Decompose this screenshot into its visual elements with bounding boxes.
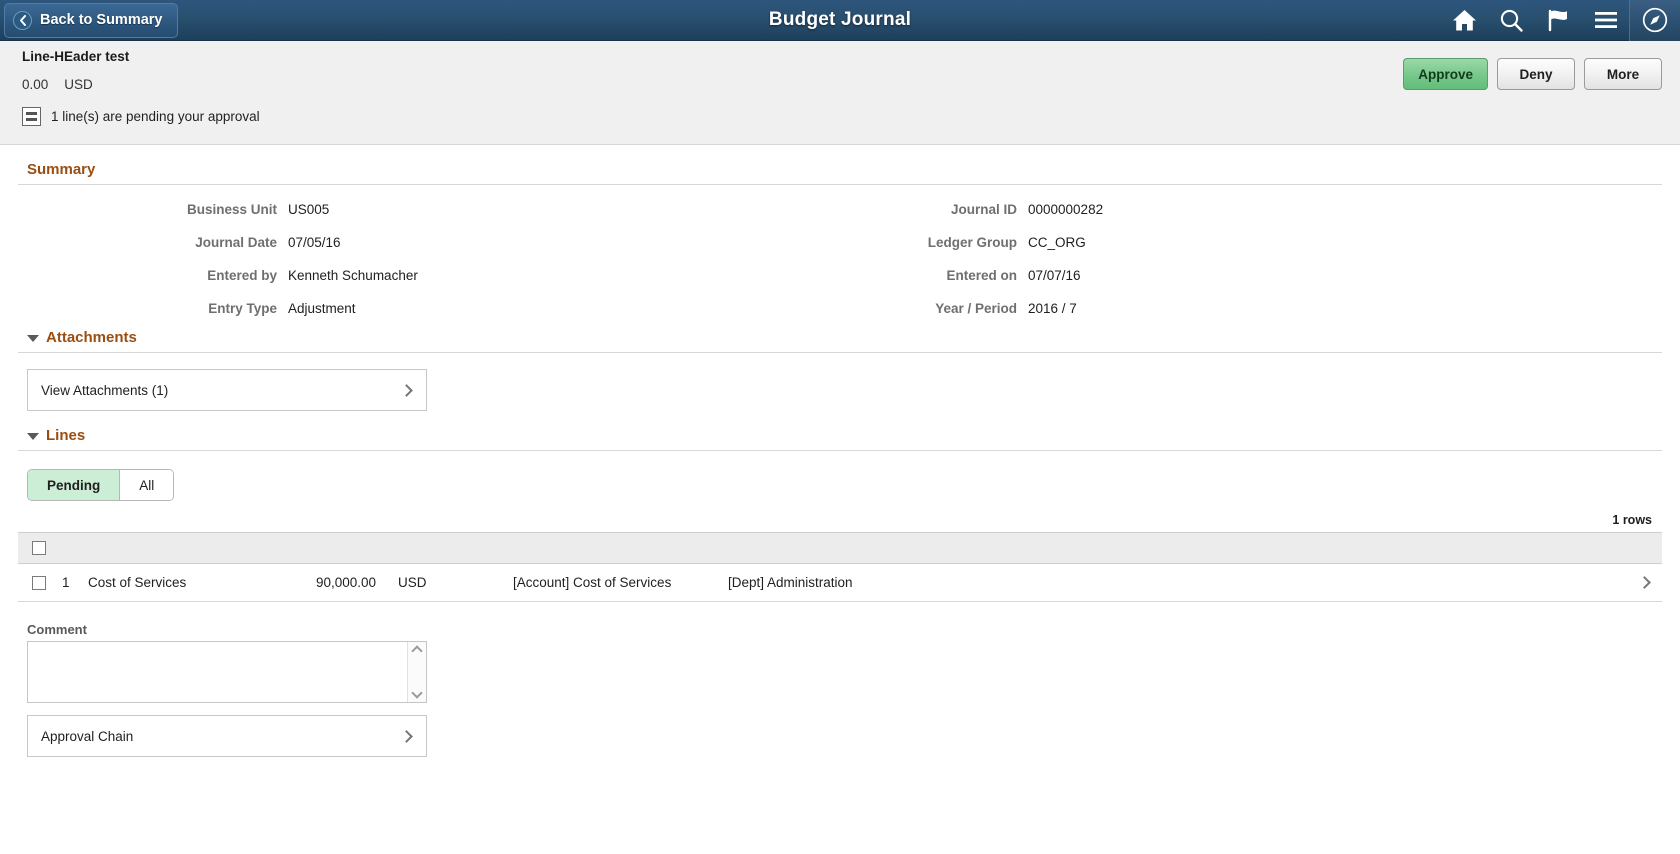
page-title: Budget Journal	[768, 9, 912, 30]
collapse-caret-icon[interactable]	[27, 433, 39, 440]
lines-table-head	[18, 532, 1662, 564]
field-label: Entry Type	[208, 301, 277, 316]
lines-table-body: 1 Cost of Services 90,000.00 USD [Accoun…	[18, 563, 1662, 602]
header-icon-group	[1441, 0, 1680, 41]
chevron-right-icon	[1638, 576, 1651, 589]
view-attachments-link[interactable]: View Attachments (1)	[27, 369, 427, 411]
app-header: Back to Summary Budget Journal	[0, 0, 1680, 41]
row-checkbox[interactable]	[32, 576, 46, 591]
lines-pending-icon	[22, 107, 41, 126]
comment-label: Comment	[27, 622, 87, 637]
pending-approval-text: 1 line(s) are pending your approval	[51, 109, 260, 124]
navbar-compass-icon[interactable]	[1629, 0, 1680, 41]
document-amount: 0.00	[22, 77, 49, 92]
row-description: Cost of Services	[88, 563, 283, 602]
tab-all[interactable]: All	[120, 470, 174, 500]
summary-section-header: Summary	[18, 145, 1662, 185]
row-select-cell	[18, 563, 62, 602]
summary-left-column: Business Unit US005 Journal Date 07/05/1…	[18, 202, 418, 334]
field-value: Kenneth Schumacher	[288, 268, 418, 283]
home-icon[interactable]	[1441, 0, 1488, 41]
row-dept: [Dept] Administration	[728, 563, 1622, 602]
approve-button[interactable]: Approve	[1403, 58, 1488, 90]
lines-table: 1 Cost of Services 90,000.00 USD [Accoun…	[18, 532, 1662, 602]
pending-approval-notice: 1 line(s) are pending your approval	[0, 107, 1680, 126]
scroll-down-icon[interactable]	[411, 687, 423, 699]
rows-count-label: 1 rows	[1612, 513, 1652, 527]
select-all-header	[18, 532, 62, 564]
line-number-header	[62, 532, 88, 564]
row-amount: 90,000.00	[283, 563, 388, 602]
lines-heading-label: Lines	[46, 427, 86, 444]
field-label: Journal Date	[195, 235, 277, 250]
row-account: [Account] Cost of Services	[513, 563, 728, 602]
row-line-number: 1	[62, 563, 88, 602]
currency-header	[388, 532, 513, 564]
more-button[interactable]: More	[1584, 58, 1662, 90]
hamburger-menu-icon[interactable]	[1582, 0, 1629, 41]
view-attachments-label: View Attachments (1)	[41, 382, 169, 398]
table-row[interactable]: 1 Cost of Services 90,000.00 USD [Accoun…	[18, 563, 1662, 602]
approval-chain-label: Approval Chain	[41, 728, 134, 744]
tab-pending[interactable]: Pending	[28, 470, 121, 500]
field-label: Ledger Group	[927, 235, 1017, 250]
field-label: Entered on	[946, 268, 1017, 283]
scroll-up-icon[interactable]	[411, 645, 423, 657]
field-label: Business Unit	[186, 202, 277, 217]
field-value: 07/07/16	[1028, 268, 1081, 283]
field-label: Journal ID	[950, 202, 1017, 217]
attachments-body: View Attachments (1)	[27, 369, 1662, 411]
field-entered-by: Entered by Kenneth Schumacher	[18, 268, 418, 283]
action-button-group: Approve Deny More	[1403, 58, 1662, 90]
field-label: Entered by	[207, 268, 277, 283]
field-value: 07/05/16	[288, 235, 341, 250]
field-value: 2016 / 7	[1028, 301, 1077, 316]
back-to-summary-label: Back to Summary	[40, 12, 163, 28]
description-header	[88, 532, 283, 564]
field-year-period: Year / Period 2016 / 7	[758, 301, 1103, 316]
field-entry-type: Entry Type Adjustment	[18, 301, 418, 316]
chevron-right-icon	[400, 729, 413, 743]
comment-scrollbar[interactable]	[407, 642, 426, 702]
field-value: US005	[288, 202, 330, 217]
deny-button[interactable]: Deny	[1497, 58, 1575, 90]
collapse-caret-icon[interactable]	[27, 335, 39, 342]
back-chevron-icon	[13, 10, 32, 30]
dept-header	[728, 532, 1622, 564]
approval-chain-link[interactable]: Approval Chain	[27, 715, 427, 757]
lines-filter-toggle: Pending All	[27, 469, 175, 501]
field-journal-id: Journal ID 0000000282	[758, 202, 1103, 217]
back-to-summary-button[interactable]: Back to Summary	[4, 2, 178, 38]
comment-field-wrapper	[27, 641, 427, 703]
field-label: Year / Period	[935, 301, 1017, 316]
field-business-unit: Business Unit US005	[18, 202, 418, 217]
field-value: 0000000282	[1028, 202, 1104, 217]
select-all-checkbox[interactable]	[32, 540, 46, 555]
search-icon[interactable]	[1488, 0, 1535, 41]
summary-fields: Business Unit US005 Journal Date 07/05/1…	[18, 185, 1662, 316]
document-subheader: Line-HEader test 0.00 USD 1 line(s) are p…	[0, 41, 1680, 145]
summary-right-column: Journal ID 0000000282 Ledger Group CC_OR…	[758, 202, 1103, 334]
comment-input[interactable]	[28, 642, 407, 702]
field-ledger-group: Ledger Group CC_ORG	[758, 235, 1103, 250]
field-entered-on: Entered on 07/07/16	[758, 268, 1103, 283]
detail-header	[1622, 532, 1662, 564]
field-journal-date: Journal Date 07/05/16	[18, 235, 418, 250]
summary-heading-label: Summary	[27, 161, 96, 178]
row-currency: USD	[388, 563, 513, 602]
field-value: CC_ORG	[1028, 235, 1086, 250]
chevron-right-icon	[400, 383, 413, 397]
document-currency: USD	[64, 77, 93, 92]
flag-icon[interactable]	[1535, 0, 1582, 41]
account-header	[513, 532, 728, 564]
field-value: Adjustment	[288, 301, 356, 316]
amount-header	[283, 532, 388, 564]
page-content: Summary Business Unit US005 Journal Date…	[0, 145, 1680, 757]
table-header-row	[18, 532, 1662, 564]
lines-section-header[interactable]: Lines	[18, 411, 1662, 451]
row-detail-cell[interactable]	[1622, 563, 1662, 602]
